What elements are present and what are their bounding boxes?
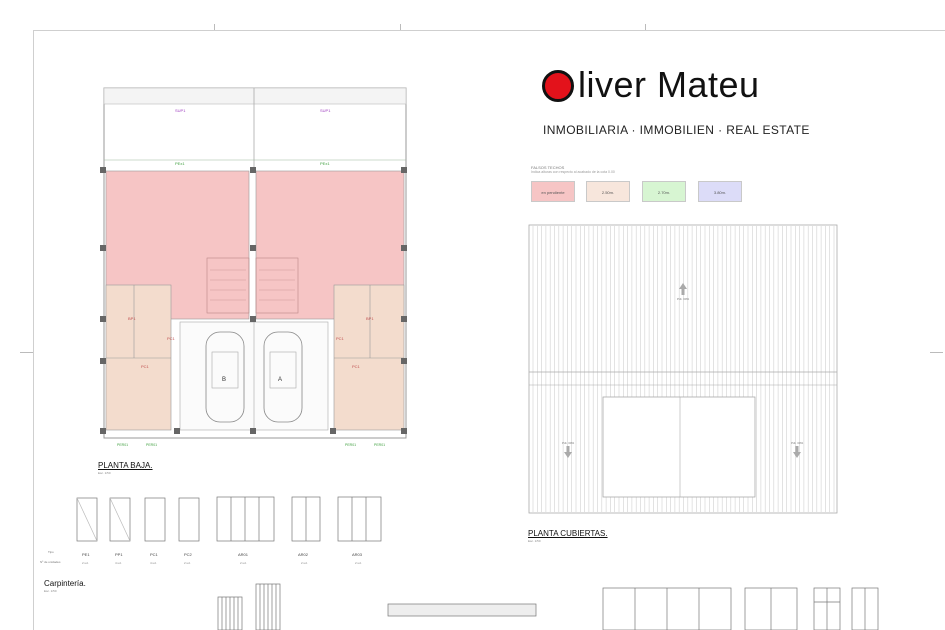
carpentry-schedule: Tipo Nº de unidades PE1 PP1 PC1 PC2 AR01…	[40, 496, 879, 630]
carpentry-code-pp1: PP1	[115, 552, 123, 557]
carpentry-qty-ar02: 2 ud.	[301, 561, 308, 565]
carpentry-row-header-type: Tipo	[48, 550, 54, 554]
carpentry-qty-ar01: 2 ud.	[240, 561, 247, 565]
carpentry-qty-pp1: 4 ud.	[115, 561, 122, 565]
carpentry-qty-pc1: 4 ud.	[150, 561, 157, 565]
carpentry-code-ar03: AR03	[352, 552, 363, 557]
carpentry-qty-pc2: 2 ud.	[184, 561, 191, 565]
carpentry-qty-pe1: 2 ud.	[82, 561, 89, 565]
carpentry-code-ar02: AR02	[298, 552, 309, 557]
carpentry-code-pc1: PC1	[150, 552, 159, 557]
carpentry-title: Carpintería.	[44, 579, 86, 588]
carpentry-qty-ar03: 2 ud.	[355, 561, 362, 565]
carpentry-code-pc2: PC2	[184, 552, 193, 557]
carpentry-code-pe1: PE1	[82, 552, 90, 557]
carpentry-scale: Esc. 1/50	[44, 589, 57, 593]
carpentry-row-header-units: Nº de unidades	[40, 560, 61, 564]
carpentry-code-ar01: AR01	[238, 552, 249, 557]
